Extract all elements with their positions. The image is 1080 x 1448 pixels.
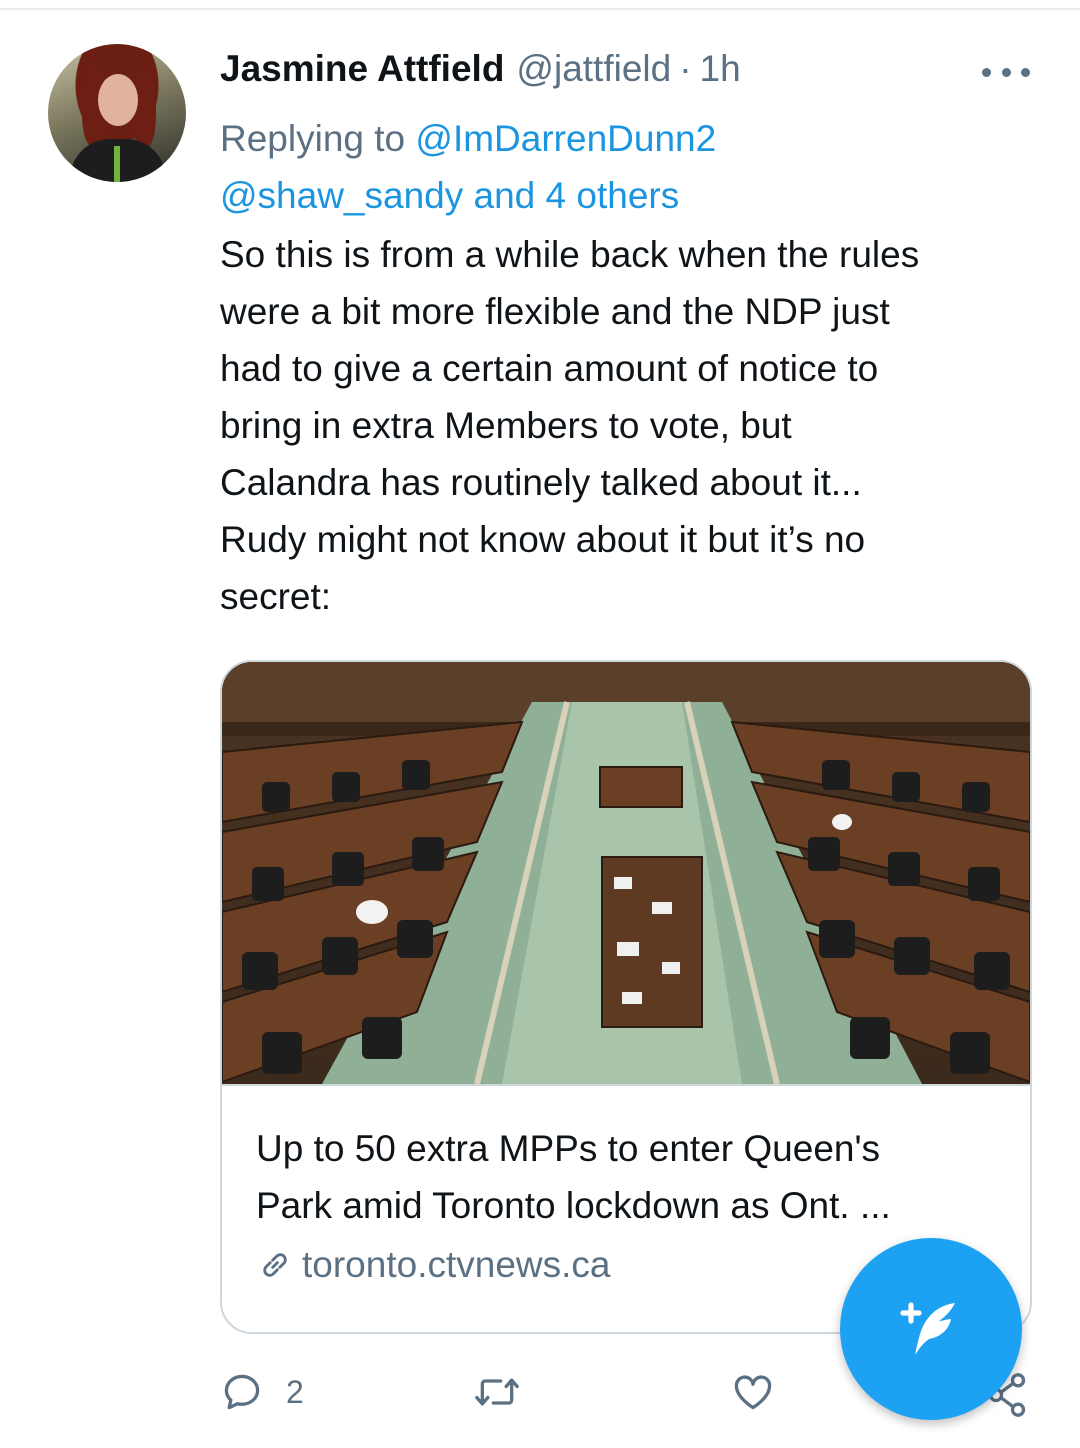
reply-button[interactable]: 2 bbox=[220, 1370, 304, 1414]
user-handle[interactable]: @jattfield bbox=[516, 48, 671, 90]
top-divider bbox=[0, 8, 1080, 10]
retweet-icon bbox=[475, 1378, 519, 1406]
card-title-line: Up to 50 extra MPPs to enter Queen's bbox=[256, 1128, 881, 1169]
compose-tweet-icon bbox=[900, 1302, 955, 1355]
header-separator: · bbox=[679, 48, 692, 89]
tweet-detail-screen: Jasmine Attfield @jattfield · 1h Replyin… bbox=[0, 0, 1080, 1448]
more-options-icon[interactable] bbox=[982, 58, 1030, 86]
reply-mention-others[interactable]: @shaw_sandy and 4 others bbox=[220, 175, 679, 216]
avatar[interactable] bbox=[48, 44, 186, 182]
reply-count: 2 bbox=[286, 1373, 304, 1410]
card-image-legislature-chamber[interactable] bbox=[222, 662, 1030, 1084]
reply-mention[interactable]: @ImDarrenDunn2 bbox=[415, 118, 716, 159]
reply-icon bbox=[224, 1374, 260, 1410]
card-title-line: Park amid Toronto lockdown as Ont. ... bbox=[256, 1185, 891, 1226]
tweet-text-line: Rudy might not know about it but it’s no bbox=[220, 519, 866, 560]
link-preview-card[interactable]: Up to 50 extra MPPs to enter Queen's Par… bbox=[220, 660, 1032, 1334]
tweet-text-line: So this is from a while back when the ru… bbox=[220, 234, 920, 275]
tweet-text-line: had to give a certain amount of notice t… bbox=[220, 348, 879, 389]
tweet-text: So this is from a while back when the ru… bbox=[220, 226, 1040, 625]
tweet-text-line: Calandra has routinely talked about it..… bbox=[220, 462, 862, 503]
tweet-text-line: were a bit more flexible and the NDP jus… bbox=[220, 291, 890, 332]
tweet-text-line: secret: bbox=[220, 576, 332, 617]
card-domain[interactable]: toronto.ctvnews.ca bbox=[256, 1240, 610, 1290]
replying-prefix: Replying to bbox=[220, 118, 406, 159]
compose-tweet-button[interactable] bbox=[840, 1238, 1022, 1420]
display-name[interactable]: Jasmine Attfield bbox=[220, 48, 504, 90]
like-button[interactable] bbox=[730, 1370, 776, 1414]
tweet-header: Jasmine Attfield @jattfield · 1h bbox=[220, 48, 741, 94]
replying-to: Replying to @ImDarrenDunn2 @shaw_sandy a… bbox=[220, 110, 1040, 224]
retweet-button[interactable] bbox=[472, 1370, 522, 1414]
tweet-timestamp[interactable]: 1h bbox=[700, 48, 741, 90]
card-divider bbox=[222, 1084, 1030, 1086]
tweet-text-line: bring in extra Members to vote, but bbox=[220, 405, 792, 446]
card-domain-text: toronto.ctvnews.ca bbox=[302, 1244, 611, 1285]
link-icon bbox=[263, 1253, 287, 1277]
like-icon bbox=[734, 1375, 772, 1410]
card-title[interactable]: Up to 50 extra MPPs to enter Queen's Par… bbox=[256, 1120, 1006, 1234]
